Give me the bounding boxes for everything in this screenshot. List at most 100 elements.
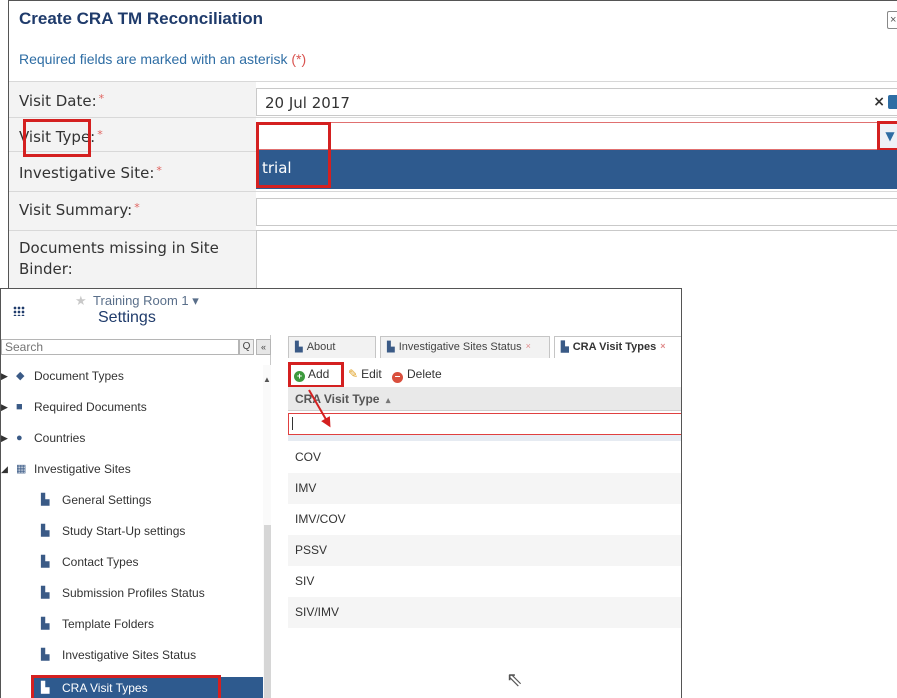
- highlight-box: [23, 119, 91, 157]
- documents-missing-label: Documents missing in Site Binder:: [19, 239, 219, 278]
- doc-icon: ▙: [41, 494, 50, 506]
- tree-item-label: Submission Profiles Status: [62, 586, 205, 600]
- doc-icon: ▙: [41, 525, 50, 537]
- create-reconciliation-dialog: Create CRA TM Reconciliation × Required …: [8, 0, 897, 289]
- grid-toolbar: + Add ✎ Edit – Delete: [288, 362, 681, 388]
- doc-icon: ▙: [387, 342, 395, 353]
- pencil-icon: ✎: [348, 367, 359, 381]
- settings-window: ★ Training Room 1 ▾ Settings Q « ▲ ▶ ◆ D…: [0, 288, 682, 698]
- row-divider: [288, 435, 681, 441]
- room-selector[interactable]: ★ Training Room 1 ▾: [75, 293, 199, 309]
- table-row[interactable]: SIV/IMV: [288, 597, 681, 628]
- tree-item-study-start-up[interactable]: ▙ Study Start-Up settings: [1, 516, 263, 547]
- tab-cra-visit-types[interactable]: ▙ CRA Visit Types ×: [554, 336, 681, 358]
- required-note-text: Required fields are marked with an aster…: [19, 51, 288, 67]
- tab-label: About: [306, 341, 336, 353]
- close-tab-icon[interactable]: ×: [526, 341, 531, 351]
- minus-icon: –: [392, 372, 403, 383]
- tree-item-label: Contact Types: [62, 555, 139, 569]
- tree-item-required-documents[interactable]: ▶ ■ Required Documents: [1, 392, 263, 423]
- table-row[interactable]: IMV: [288, 473, 681, 504]
- highlight-box: [256, 122, 331, 188]
- expand-icon[interactable]: ▶: [1, 392, 8, 423]
- settings-sidebar: Q « ▲ ▶ ◆ Document Types ▶ ■ Required Do…: [1, 335, 271, 698]
- tree-item-template-folders[interactable]: ▙ Template Folders: [1, 609, 263, 640]
- scrollbar-thumb[interactable]: [264, 525, 271, 698]
- table-row[interactable]: COV: [288, 442, 681, 473]
- investigative-site-label: Investigative Site: *: [19, 164, 162, 182]
- doc-icon: ▙: [561, 342, 569, 353]
- tree-item-submission-profiles-status[interactable]: ▙ Submission Profiles Status: [1, 578, 263, 609]
- required-note-star: (*): [291, 51, 307, 67]
- tab-investigative-sites-status[interactable]: ▙ Investigative Sites Status ×: [380, 336, 550, 358]
- tree-item-label: Investigative Sites: [34, 462, 131, 476]
- highlight-box: [288, 362, 344, 388]
- dialog-title: Create CRA TM Reconciliation: [19, 9, 264, 28]
- tree-item-countries[interactable]: ▶ ● Countries: [1, 423, 263, 454]
- close-tab-icon[interactable]: ×: [660, 341, 665, 351]
- required-note: Required fields are marked with an aster…: [19, 51, 306, 67]
- required-asterisk: *: [97, 128, 103, 141]
- mouse-cursor-icon: ⇖: [506, 669, 523, 691]
- grid-column-header[interactable]: CRA Visit Type ▴: [288, 387, 681, 411]
- star-icon[interactable]: ★: [75, 293, 87, 308]
- collapse-tree-icon[interactable]: ◢: [1, 454, 8, 485]
- app-header: ★ Training Room 1 ▾ Settings: [1, 289, 681, 331]
- tab-bar: ▙ About ▙ Investigative Sites Status × ▙ CRA…: [288, 336, 681, 358]
- clear-date-icon[interactable]: ×: [873, 94, 885, 110]
- doc-icon: ▙: [41, 587, 50, 599]
- sort-asc-icon[interactable]: ▴: [386, 395, 391, 405]
- required-asterisk: *: [156, 164, 162, 177]
- documents-missing-field[interactable]: [256, 230, 897, 289]
- search-input[interactable]: [1, 339, 239, 355]
- calendar-icon[interactable]: [888, 95, 897, 109]
- collapse-icon[interactable]: «: [256, 339, 271, 355]
- table-row[interactable]: SIV: [288, 566, 681, 597]
- tree-item-investigative-sites-status[interactable]: ▙ Investigative Sites Status: [1, 640, 263, 671]
- text-caret: [292, 417, 293, 430]
- visit-summary-label-text: Visit Summary:: [19, 201, 133, 219]
- chevron-down-icon[interactable]: ▼: [877, 121, 897, 151]
- required-asterisk: *: [98, 92, 105, 105]
- visit-date-label: Visit Date: *: [19, 92, 104, 110]
- tree-item-label: Template Folders: [62, 617, 155, 631]
- new-row-input[interactable]: [288, 413, 681, 435]
- visit-date-label-text: Visit Date:: [19, 92, 97, 110]
- apps-grid-icon[interactable]: [13, 306, 25, 316]
- tree-item-label: General Settings: [62, 493, 152, 507]
- tree-item-label: Study Start-Up settings: [62, 524, 186, 538]
- visit-date-row: Visit Date: * 20 Jul 2017 ×: [9, 81, 897, 117]
- globe-icon: ●: [16, 432, 23, 444]
- sites-icon: ▦: [16, 463, 27, 475]
- visit-date-field[interactable]: 20 Jul 2017 ×: [256, 88, 897, 116]
- tab-about[interactable]: ▙ About: [288, 336, 376, 358]
- column-header-label: CRA Visit Type: [295, 392, 380, 406]
- tag-icon: ◆: [16, 370, 25, 382]
- table-row[interactable]: PSSV: [288, 535, 681, 566]
- visit-date-value: 20 Jul 2017: [265, 94, 350, 112]
- visit-summary-row: Visit Summary: *: [9, 191, 897, 230]
- tree-item-investigative-sites[interactable]: ◢ ▦ Investigative Sites: [1, 454, 263, 485]
- tree-item-contact-types[interactable]: ▙ Contact Types: [1, 547, 263, 578]
- tree-item-document-types[interactable]: ▶ ◆ Document Types: [1, 361, 263, 392]
- tree-item-general-settings[interactable]: ▙ General Settings: [1, 485, 263, 516]
- search-icon[interactable]: Q: [239, 339, 254, 355]
- dropdown-option-trial[interactable]: trial: [256, 150, 897, 189]
- expand-icon[interactable]: ▶: [1, 423, 8, 454]
- edit-button[interactable]: ✎ Edit: [348, 365, 382, 385]
- delete-button[interactable]: – Delete: [392, 365, 442, 385]
- edit-label: Edit: [361, 367, 382, 381]
- room-name: Training Room 1: [93, 293, 189, 308]
- doc-icon: ▙: [41, 618, 50, 630]
- table-row[interactable]: IMV/COV: [288, 504, 681, 535]
- tree-item-label: Countries: [34, 431, 86, 445]
- chevron-down-icon: ▾: [192, 293, 199, 308]
- visit-summary-field[interactable]: [256, 198, 897, 226]
- close-icon[interactable]: ×: [887, 11, 897, 29]
- investigative-site-label-text: Investigative Site:: [19, 164, 155, 182]
- scroll-up-icon[interactable]: ▲: [263, 375, 271, 384]
- expand-icon[interactable]: ▶: [1, 361, 8, 392]
- visit-type-select[interactable]: ▼: [256, 121, 897, 151]
- doc-icon: ▙: [295, 342, 303, 353]
- doc-icon: ▙: [41, 649, 50, 661]
